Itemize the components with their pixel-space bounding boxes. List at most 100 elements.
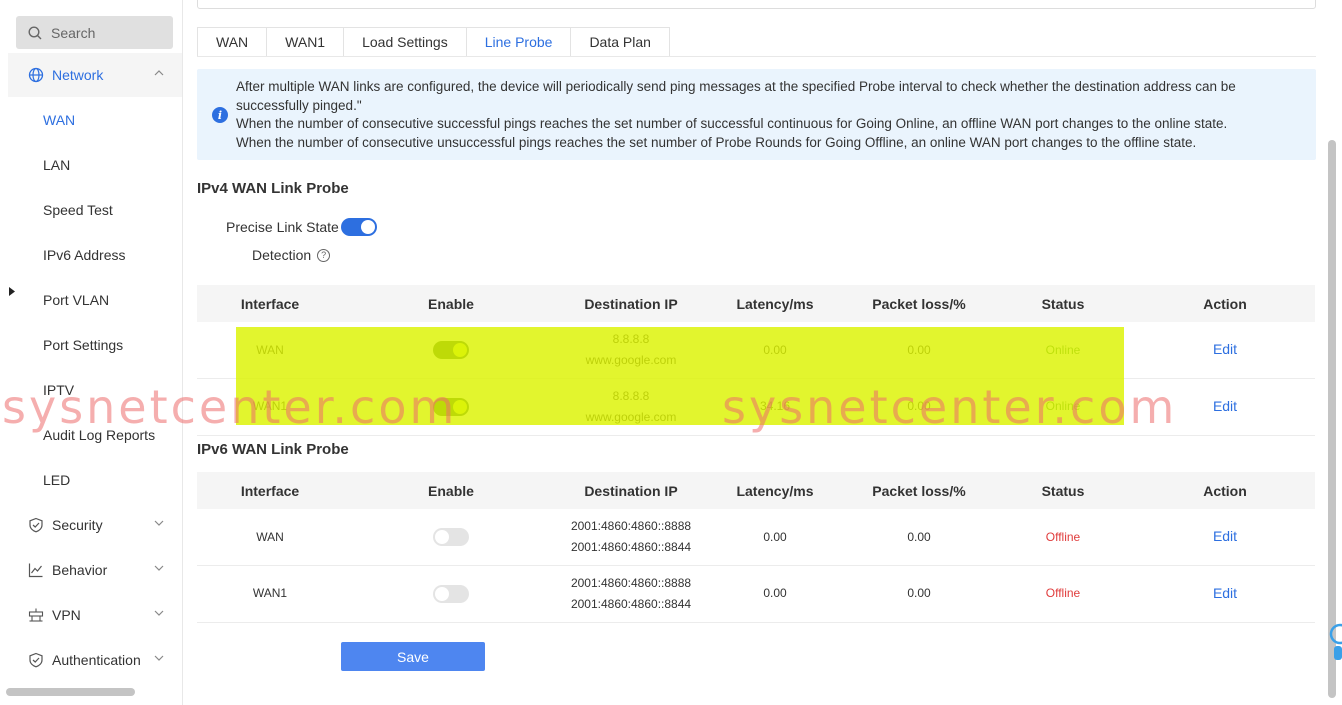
col-enable: Enable bbox=[343, 472, 559, 509]
col-destination-ip: Destination IP bbox=[559, 472, 703, 509]
table-row: WAN 2001:4860:4860::8888 2001:4860:4860::… bbox=[197, 509, 1315, 566]
precise-link-state-toggle[interactable] bbox=[341, 218, 377, 236]
cell-interface: WAN1 bbox=[197, 378, 343, 436]
edit-link[interactable]: Edit bbox=[1213, 585, 1237, 601]
enable-toggle[interactable] bbox=[433, 528, 469, 547]
info-line-3: When the number of consecutive successfu… bbox=[236, 116, 1228, 132]
search-icon bbox=[28, 25, 42, 39]
sidebar-item-iptv[interactable]: IPTV bbox=[8, 367, 182, 412]
enable-toggle[interactable] bbox=[433, 398, 469, 417]
cell-action: Edit bbox=[1135, 322, 1315, 379]
info-icon: i bbox=[212, 107, 228, 123]
collapse-sidebar-handle[interactable] bbox=[0, 272, 20, 310]
cell-action: Edit bbox=[1135, 565, 1315, 623]
caret-right-icon bbox=[9, 286, 15, 296]
ip-primary: 8.8.8.8 bbox=[612, 388, 650, 403]
top-panel-edge bbox=[197, 0, 1316, 9]
tab-wan[interactable]: WAN bbox=[197, 27, 267, 57]
cell-packet-loss: 0.00 bbox=[847, 322, 991, 379]
cell-packet-loss: 0.00 bbox=[847, 509, 991, 566]
info-line-1: After multiple WAN links are configured,… bbox=[236, 79, 1236, 94]
sidebar-item-label: Authentication bbox=[52, 652, 141, 668]
sidebar-item-port-settings[interactable]: Port Settings bbox=[8, 322, 182, 367]
ip-primary: 8.8.8.8 bbox=[612, 332, 650, 346]
ipv4-probe-table: Interface Enable Destination IP Latency/… bbox=[197, 285, 1315, 436]
sidebar-item-authentication[interactable]: Authentication bbox=[8, 638, 182, 682]
status-badge: Offline bbox=[991, 565, 1135, 623]
enable-toggle[interactable] bbox=[433, 585, 469, 604]
sidebar-item-network[interactable]: Network bbox=[8, 53, 182, 97]
table-header-row: Interface Enable Destination IP Latency/… bbox=[197, 285, 1315, 322]
sidebar-item-lan[interactable]: LAN bbox=[8, 142, 182, 187]
globe-icon bbox=[28, 67, 44, 83]
tab-line-probe[interactable]: Line Probe bbox=[465, 27, 571, 57]
sidebar-item-ipv6-address[interactable]: IPv6 Address bbox=[8, 232, 182, 277]
cell-packet-loss: 0.00 bbox=[847, 378, 991, 436]
tab-load-settings[interactable]: Load Settings bbox=[343, 27, 466, 57]
sidebar-item-port-vlan[interactable]: Port VLAN bbox=[8, 277, 182, 322]
sidebar-item-vpn[interactable]: VPN bbox=[8, 593, 182, 637]
chevron-down-icon bbox=[154, 655, 164, 661]
sidebar-item-label: Behavior bbox=[52, 562, 108, 578]
search-placeholder: Search bbox=[51, 24, 96, 41]
sidebar-item-label: Security bbox=[52, 517, 103, 533]
help-question-icon[interactable]: ? bbox=[317, 248, 331, 262]
line-chart-icon bbox=[28, 562, 44, 578]
table-row: WAN1 8.8.8.8 www.google.com 34.16 0.00 On… bbox=[197, 378, 1315, 436]
info-line-2: successfully pinged." bbox=[236, 97, 362, 113]
cell-latency: 0.00 bbox=[703, 322, 847, 379]
cell-enable bbox=[343, 565, 559, 623]
ip-secondary: www.google.com bbox=[585, 409, 677, 424]
main-vertical-scrollbar[interactable] bbox=[1328, 140, 1336, 698]
edit-link[interactable]: Edit bbox=[1213, 341, 1237, 357]
sidebar-item-label: Network bbox=[52, 67, 104, 83]
sidebar-item-led[interactable]: LED bbox=[8, 457, 182, 502]
col-enable: Enable bbox=[343, 285, 559, 322]
vpn-network-icon bbox=[28, 607, 44, 623]
shield-check-icon bbox=[28, 652, 44, 668]
tab-wan1[interactable]: WAN1 bbox=[266, 27, 344, 57]
tab-bar: WAN WAN1 Load Settings Line Probe Data P… bbox=[197, 27, 670, 57]
sidebar-item-security[interactable]: Security bbox=[8, 503, 182, 547]
chevron-down-icon bbox=[154, 565, 164, 571]
save-button[interactable]: Save bbox=[341, 642, 485, 671]
cell-latency: 0.00 bbox=[703, 509, 847, 566]
search-input[interactable]: Search bbox=[16, 16, 173, 49]
col-action: Action bbox=[1135, 472, 1315, 509]
sidebar-item-wan[interactable]: WAN bbox=[8, 97, 182, 142]
col-action: Action bbox=[1135, 285, 1315, 322]
ip-secondary: 2001:4860:4860::8844 bbox=[570, 540, 692, 554]
sidebar-item-speed-test[interactable]: Speed Test bbox=[8, 187, 182, 232]
col-status: Status bbox=[991, 472, 1135, 509]
ip-secondary: www.google.com bbox=[585, 353, 677, 367]
sidebar: Search Network WAN LAN Speed Test IPv6 A… bbox=[0, 0, 183, 705]
sidebar-item-audit-log-reports[interactable]: Audit Log Reports bbox=[8, 412, 182, 457]
ipv6-section-title: IPv6 WAN Link Probe bbox=[197, 441, 349, 458]
cell-action: Edit bbox=[1135, 378, 1315, 436]
ipv4-section-title: IPv4 WAN Link Probe bbox=[197, 180, 349, 197]
cell-interface: WAN1 bbox=[197, 565, 343, 623]
cell-packet-loss: 0.00 bbox=[847, 565, 991, 623]
enable-toggle[interactable] bbox=[433, 341, 469, 360]
ip-secondary: 2001:4860:4860::8844 bbox=[570, 596, 692, 611]
edit-link[interactable]: Edit bbox=[1213, 528, 1237, 544]
sidebar-item-label: VPN bbox=[52, 607, 81, 623]
col-latency: Latency/ms bbox=[703, 472, 847, 509]
cell-interface: WAN bbox=[197, 322, 343, 379]
tab-data-plan[interactable]: Data Plan bbox=[570, 27, 670, 57]
col-latency: Latency/ms bbox=[703, 285, 847, 322]
assistant-robot-icon[interactable] bbox=[1326, 620, 1342, 664]
col-packet-loss: Packet loss/% bbox=[847, 285, 991, 322]
ip-primary: 2001:4860:4860::8888 bbox=[570, 575, 692, 590]
status-badge: Online bbox=[991, 378, 1135, 436]
sidebar-item-behavior[interactable]: Behavior bbox=[8, 548, 182, 592]
sidebar-horizontal-scrollbar[interactable] bbox=[6, 688, 135, 696]
col-interface: Interface bbox=[197, 285, 343, 322]
table-row: WAN1 2001:4860:4860::88882001:4860:4860:… bbox=[197, 565, 1315, 623]
shield-icon bbox=[28, 517, 44, 533]
edit-link[interactable]: Edit bbox=[1213, 398, 1237, 414]
col-interface: Interface bbox=[197, 472, 343, 509]
cell-destination-ip: 8.8.8.8 www.google.com bbox=[559, 378, 703, 436]
cell-enable bbox=[343, 378, 559, 436]
info-banner: After multiple WAN links are configured,… bbox=[197, 69, 1316, 160]
